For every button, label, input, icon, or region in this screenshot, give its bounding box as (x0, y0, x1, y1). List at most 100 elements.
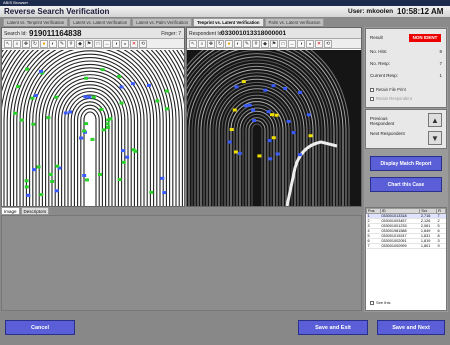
minutia-marker[interactable] (146, 83, 151, 87)
grid-icon[interactable]: # (67, 40, 75, 48)
save-and-next-button[interactable]: Save and Next (377, 320, 445, 335)
minutia-marker[interactable] (263, 88, 268, 92)
tab-image[interactable]: Image (1, 207, 20, 215)
invert-icon[interactable]: ◒ (121, 40, 129, 48)
minutia-marker[interactable] (108, 117, 113, 121)
reset-icon[interactable]: ⟲ (324, 40, 332, 48)
minutia-marker[interactable] (252, 119, 257, 123)
minutia-marker[interactable] (119, 101, 124, 105)
invert-icon[interactable]: ◒ (306, 40, 314, 48)
color-icon[interactable]: ● (225, 40, 233, 48)
minutia-marker[interactable] (149, 190, 154, 194)
minutiae-icon[interactable]: ◆ (261, 40, 269, 48)
flag-icon[interactable]: ⚑ (270, 40, 278, 48)
minutia-marker[interactable] (48, 172, 53, 176)
minutia-marker[interactable] (130, 82, 135, 86)
minutia-marker[interactable] (162, 191, 167, 195)
chart-this-case-button[interactable]: Chart this Case (370, 177, 442, 192)
minutia-marker[interactable] (306, 113, 311, 117)
next-respondent-button[interactable]: ▼ (428, 131, 442, 145)
pointer-icon[interactable]: ↖ (189, 40, 197, 48)
minutia-marker[interactable] (251, 108, 256, 112)
minutia-marker[interactable] (286, 119, 291, 123)
minutia-marker[interactable] (31, 122, 36, 126)
minutia-marker[interactable] (105, 125, 110, 129)
minutia-marker[interactable] (82, 129, 87, 133)
minutia-marker[interactable] (283, 86, 288, 90)
minutia-marker[interactable] (36, 165, 41, 169)
cancel-button[interactable]: Cancel (5, 320, 75, 335)
minutia-marker[interactable] (164, 107, 169, 111)
minutia-marker[interactable] (82, 173, 87, 177)
minutia-marker[interactable] (297, 153, 302, 157)
minutia-marker[interactable] (271, 136, 276, 140)
flag-icon[interactable]: ⚑ (85, 40, 93, 48)
minutia-marker[interactable] (90, 137, 95, 141)
minutia-marker[interactable] (55, 164, 60, 168)
retain-file-print-checkbox[interactable]: Retain File Print (370, 87, 406, 92)
display-match-report-button[interactable]: Display Match Report (370, 156, 442, 171)
minutia-marker[interactable] (39, 193, 44, 197)
minutia-marker[interactable] (85, 178, 90, 182)
color-icon[interactable]: ● (40, 40, 48, 48)
pointer-icon[interactable]: ↖ (4, 40, 12, 48)
minutia-marker[interactable] (32, 168, 37, 172)
minutia-marker[interactable] (234, 85, 239, 89)
reset-icon[interactable]: ⟲ (139, 40, 147, 48)
minutia-marker[interactable] (237, 151, 242, 155)
minutia-marker[interactable] (247, 103, 252, 107)
rotate-icon[interactable]: ↻ (216, 40, 224, 48)
minutia-marker[interactable] (121, 160, 126, 164)
minutia-marker[interactable] (83, 95, 88, 99)
tab-latent-vs-palm[interactable]: Latent vs. Palm Verification (132, 18, 193, 26)
minutia-marker[interactable] (125, 155, 130, 159)
previous-respondent-button[interactable]: ▲ (428, 113, 442, 127)
minutia-marker[interactable] (267, 139, 272, 143)
contrast-icon[interactable]: ◑ (112, 40, 120, 48)
minutia-marker[interactable] (54, 95, 59, 99)
zoom-icon[interactable]: ⌕ (13, 40, 21, 48)
table-row[interactable]: 7 033001000999 1,801 9 (366, 243, 446, 249)
delete-icon[interactable]: ✕ (315, 40, 323, 48)
tab-descriptors[interactable]: Descriptors (20, 207, 50, 215)
minutia-marker[interactable] (257, 154, 262, 158)
minutia-marker[interactable] (117, 178, 122, 182)
minutia-marker[interactable] (160, 176, 165, 180)
minutia-marker[interactable] (13, 111, 18, 115)
minutia-marker[interactable] (271, 84, 276, 88)
minutia-marker[interactable] (105, 122, 110, 126)
minutia-marker[interactable] (68, 110, 73, 114)
minutia-marker[interactable] (274, 113, 279, 117)
zoom-icon[interactable]: ⌕ (198, 40, 206, 48)
fit-icon[interactable]: □ (94, 40, 102, 48)
minutia-marker[interactable] (15, 85, 20, 89)
tab-palm-vs-latent[interactable]: Palm vs. Latent Verification (264, 18, 325, 26)
minutia-marker[interactable] (84, 122, 89, 126)
minutia-marker[interactable] (54, 189, 59, 193)
minutia-marker[interactable] (308, 134, 313, 138)
minutia-marker[interactable] (232, 108, 237, 112)
minutia-marker[interactable] (99, 107, 104, 111)
minutia-marker[interactable] (164, 89, 169, 93)
minutia-marker[interactable] (233, 150, 238, 154)
minutia-marker[interactable] (155, 99, 160, 103)
minutia-marker[interactable] (229, 128, 234, 132)
retain-respondent-checkbox[interactable]: Retain Respondent (370, 96, 412, 101)
minutia-marker[interactable] (25, 67, 30, 71)
minutia-marker[interactable] (26, 193, 31, 197)
minutia-marker[interactable] (24, 185, 29, 189)
minutia-marker[interactable] (120, 149, 125, 153)
minutia-marker[interactable] (241, 80, 246, 84)
save-and-exit-button[interactable]: Save and Exit (298, 320, 368, 335)
minutia-marker[interactable] (50, 179, 55, 183)
minutia-marker[interactable] (101, 128, 106, 132)
minutia-marker[interactable] (24, 179, 29, 183)
minutia-marker[interactable] (100, 68, 105, 72)
rotate-icon[interactable]: ↻ (31, 40, 39, 48)
minutia-marker[interactable] (275, 152, 280, 156)
pan-icon[interactable]: ✥ (22, 40, 30, 48)
measure-icon[interactable]: ↔ (288, 40, 296, 48)
minutia-marker[interactable] (87, 95, 92, 99)
see-this-checkbox[interactable]: See this (370, 300, 390, 305)
delete-icon[interactable]: ✕ (130, 40, 138, 48)
